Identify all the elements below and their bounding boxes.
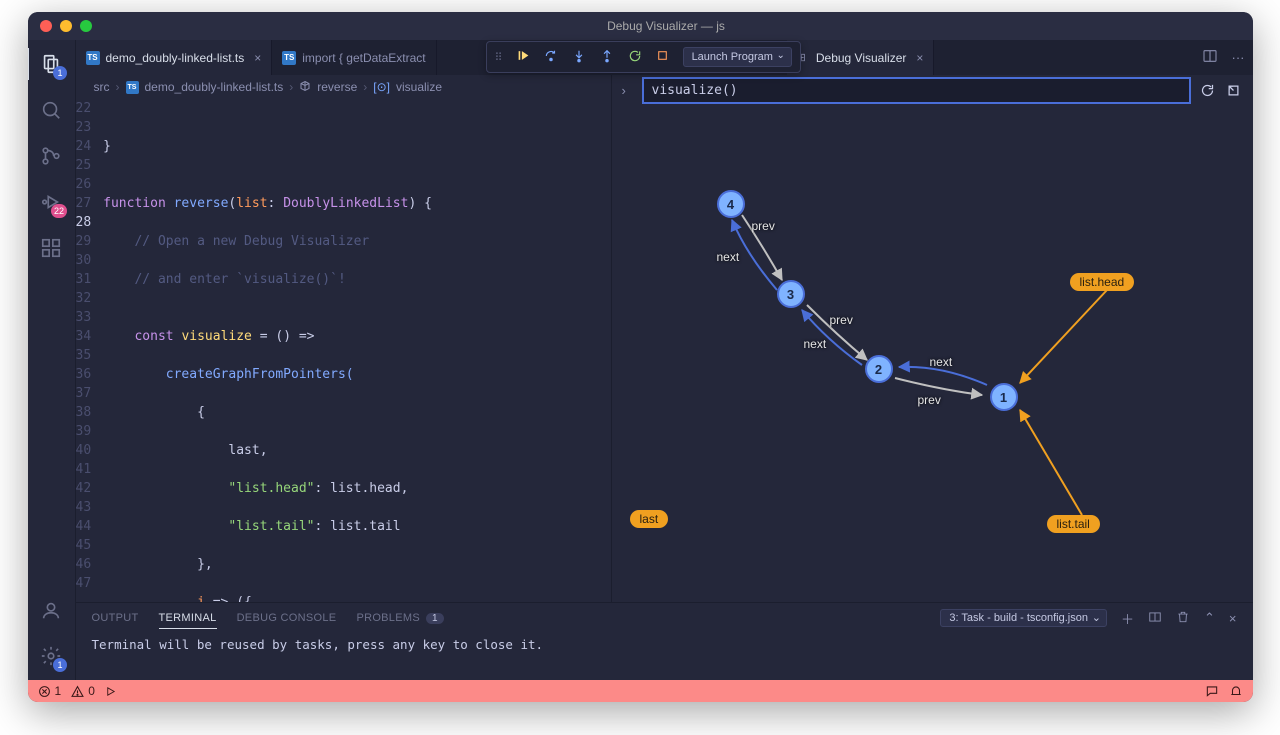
status-errors[interactable]: 1 (38, 684, 62, 698)
graph-label-head: list.head (1070, 273, 1135, 291)
edge-label: next (717, 250, 740, 264)
visualizer-toolbar: › (612, 75, 1253, 105)
stop-icon[interactable] (656, 49, 669, 65)
graph-canvas[interactable]: 4 3 2 1 last list.head list.tail prev ne… (612, 105, 1253, 602)
tab-label: import { getDataExtract (302, 51, 425, 65)
debug-badge: 22 (51, 204, 67, 218)
bottom-panel: OUTPUT TERMINAL DEBUG CONSOLE PROBLEMS 1… (76, 602, 1253, 680)
split-terminal-icon[interactable] (1148, 610, 1162, 627)
close-icon[interactable]: × (916, 51, 923, 65)
close-window-button[interactable] (40, 20, 52, 32)
gutter[interactable]: 2223242526272829303132333435363738394041… (76, 99, 104, 602)
typescript-icon: TS (86, 51, 100, 65)
window-title: Debug Visualizer — js (92, 19, 1241, 33)
restart-icon[interactable] (628, 49, 642, 66)
typescript-icon: TS (126, 81, 139, 94)
source-control-icon[interactable] (37, 142, 65, 170)
breadcrumb-file[interactable]: demo_doubly-linked-list.ts (145, 80, 284, 94)
visualizer-pane: › (611, 75, 1253, 602)
typescript-icon: TS (282, 51, 296, 65)
breadcrumb-symbol[interactable]: visualize (396, 80, 442, 94)
edge-label: prev (830, 313, 853, 327)
chevron-right-icon[interactable]: › (622, 83, 634, 98)
graph-label-tail: list.tail (1047, 515, 1100, 533)
tab-bar: TS demo_doubly-linked-list.ts × TS impor… (76, 40, 1253, 75)
panel-tab-debug-console[interactable]: DEBUG CONSOLE (237, 612, 337, 624)
status-bar: 1 0 (28, 680, 1253, 702)
search-icon[interactable] (37, 96, 65, 124)
problems-count: 1 (426, 613, 444, 624)
new-terminal-icon[interactable]: ＋ (1121, 609, 1134, 628)
graph-label-last: last (630, 510, 669, 528)
tab-code-file[interactable]: TS demo_doubly-linked-list.ts × (76, 40, 273, 75)
step-into-icon[interactable] (572, 49, 586, 66)
edge-label: next (804, 337, 827, 351)
status-bell-icon[interactable] (1229, 684, 1243, 698)
tab-visualizer[interactable]: ⊞ Debug Visualizer × (787, 40, 935, 75)
accounts-icon[interactable] (37, 596, 65, 624)
graph-node-2[interactable]: 2 (865, 355, 893, 383)
chevron-up-icon[interactable]: ⌃ (1204, 610, 1215, 626)
minimize-window-button[interactable] (60, 20, 72, 32)
status-warnings[interactable]: 0 (71, 684, 95, 698)
visualize-input[interactable] (642, 77, 1191, 104)
settings-badge: 1 (53, 658, 67, 672)
symbol-icon: [⊙] (373, 80, 390, 94)
activity-bar: 1 22 1 (28, 40, 76, 680)
panel-tab-problems[interactable]: PROBLEMS 1 (356, 612, 443, 624)
tab-label: Debug Visualizer (816, 51, 907, 65)
breadcrumbs[interactable]: src › TS demo_doubly-linked-list.ts › re… (76, 75, 611, 99)
extensions-icon[interactable] (37, 234, 65, 262)
continue-icon[interactable] (517, 49, 530, 65)
graph-edges (612, 105, 1253, 602)
status-debug-run[interactable] (105, 686, 116, 697)
breadcrumb-folder[interactable]: src (94, 80, 110, 94)
fullscreen-window-button[interactable] (80, 20, 92, 32)
close-icon[interactable]: × (1229, 611, 1237, 626)
launch-config-select[interactable]: Launch Program (683, 47, 792, 67)
split-editor-icon[interactable] (1202, 48, 1218, 67)
terminal-select[interactable]: 3: Task - build - tsconfig.json (940, 609, 1107, 627)
status-feedback-icon[interactable] (1205, 684, 1219, 698)
debug-icon[interactable]: 22 (37, 188, 65, 216)
kill-terminal-icon[interactable] (1176, 610, 1190, 627)
explorer-badge: 1 (53, 66, 67, 80)
popout-icon[interactable] (1225, 83, 1243, 98)
graph-node-1[interactable]: 1 (990, 383, 1018, 411)
code-content[interactable]: } function reverse(list: DoublyLinkedLis… (103, 99, 610, 602)
refresh-icon[interactable] (1199, 83, 1217, 98)
more-icon[interactable]: ··· (1232, 50, 1245, 65)
breadcrumb-func[interactable]: reverse (317, 80, 357, 94)
graph-node-3[interactable]: 3 (777, 280, 805, 308)
explorer-icon[interactable]: 1 (37, 50, 65, 78)
edge-label: prev (752, 219, 775, 233)
cube-icon (299, 80, 311, 95)
titlebar: Debug Visualizer — js (28, 12, 1253, 40)
code-editor-pane[interactable]: src › TS demo_doubly-linked-list.ts › re… (76, 75, 611, 602)
gear-icon[interactable]: 1 (37, 642, 65, 670)
close-icon[interactable]: × (254, 51, 261, 65)
panel-tab-output[interactable]: OUTPUT (92, 612, 139, 624)
tab-label: demo_doubly-linked-list.ts (106, 51, 245, 65)
step-over-icon[interactable] (544, 49, 558, 66)
edge-label: next (930, 355, 953, 369)
terminal-output[interactable]: Terminal will be reused by tasks, press … (76, 633, 1253, 680)
tab-code-file-2[interactable]: TS import { getDataExtract (272, 40, 436, 75)
edge-label: prev (918, 393, 941, 407)
step-out-icon[interactable] (600, 49, 614, 66)
graph-node-4[interactable]: 4 (717, 190, 745, 218)
panel-tab-terminal[interactable]: TERMINAL (159, 612, 217, 629)
debug-toolbar[interactable]: ⠿ Launch Program (486, 41, 801, 73)
drag-handle-icon[interactable]: ⠿ (495, 51, 503, 64)
